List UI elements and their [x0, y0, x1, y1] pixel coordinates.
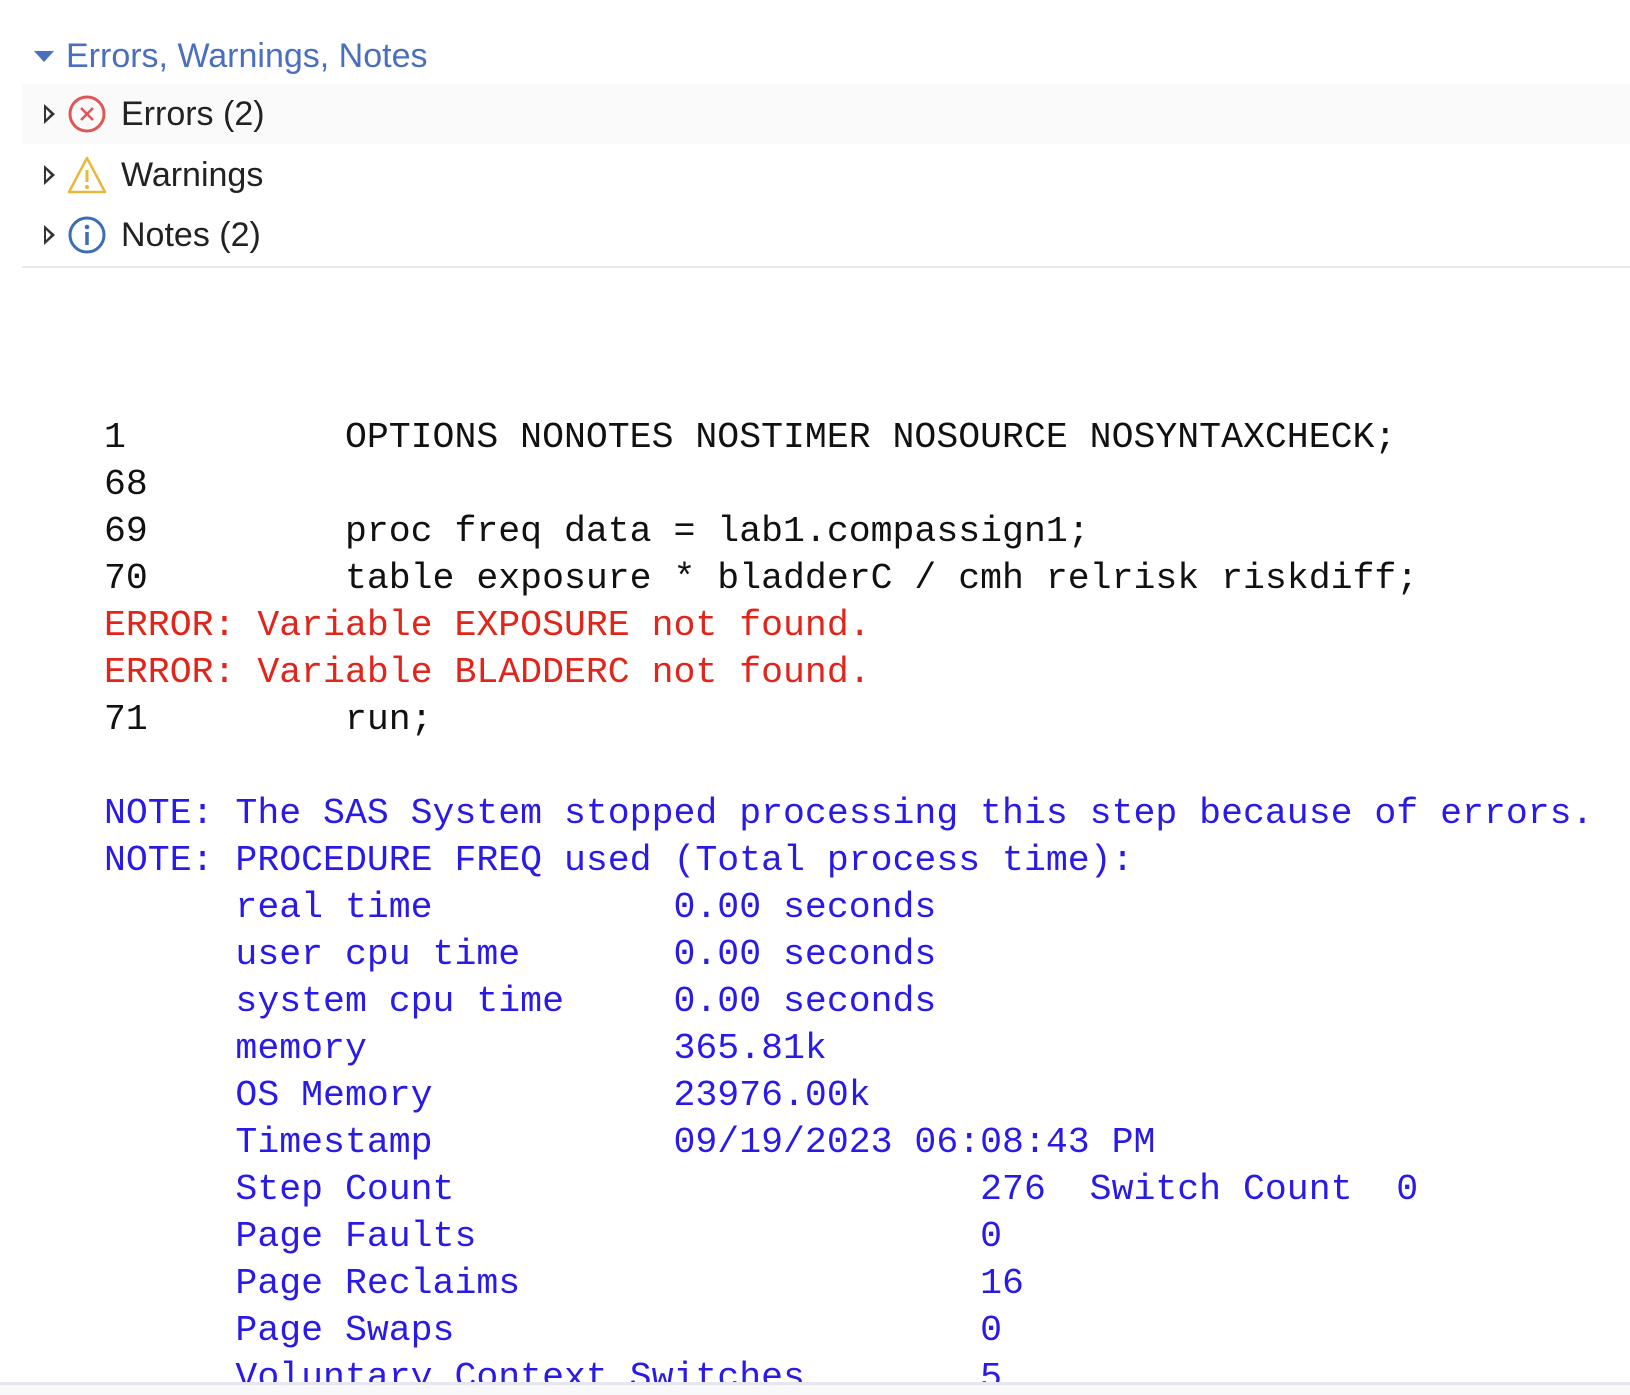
log-source-line: 70 table exposure * bladderC / cmh relri… — [104, 558, 1419, 599]
log-note-line: Step Count 276 Switch Count 0 — [104, 1169, 1419, 1210]
log-note-line: NOTE: PROCEDURE FREQ used (Total process… — [104, 840, 1134, 881]
log-source-line: 71 run; — [104, 699, 433, 740]
tree-item-label: Notes (2) — [121, 215, 261, 254]
caret-right-icon[interactable] — [44, 165, 55, 185]
section-title: Errors, Warnings, Notes — [66, 36, 428, 75]
log-error-line: ERROR: Variable EXPOSURE not found. — [104, 605, 871, 646]
log-note-line: Voluntary Context Switches 5 — [104, 1357, 1003, 1382]
tree-item-warnings[interactable]: Warnings — [22, 145, 1630, 205]
log-note-line: system cpu time 0.00 seconds — [104, 981, 937, 1022]
caret-right-icon[interactable] — [44, 225, 55, 245]
log-source-line — [104, 743, 1630, 790]
log-note-line: Page Reclaims 16 — [104, 1263, 1024, 1304]
log-note-line: memory 365.81k — [104, 1028, 827, 1069]
tree-item-notes[interactable]: Notes (2) — [22, 205, 1630, 265]
errors-warnings-notes-section-toggle[interactable]: Errors, Warnings, Notes — [32, 32, 428, 80]
log-note-line: Page Faults 0 — [104, 1216, 1003, 1257]
log-note-line: Timestamp 09/19/2023 06:08:43 PM — [104, 1122, 1156, 1163]
warning-triangle-icon — [67, 156, 107, 194]
tree-item-label: Warnings — [121, 155, 264, 194]
divider — [22, 266, 1630, 268]
log-note-line: Page Swaps 0 — [104, 1310, 1003, 1351]
caret-down-icon — [34, 50, 54, 62]
log-source-line: 68 — [104, 464, 148, 505]
sas-log-output: 1 OPTIONS NONOTES NOSTIMER NOSOURCE NOSY… — [104, 414, 1630, 1382]
log-note-line: NOTE: The SAS System stopped processing … — [104, 793, 1594, 834]
log-note-line: real time 0.00 seconds — [104, 887, 937, 928]
log-note-line: user cpu time 0.00 seconds — [104, 934, 937, 975]
log-error-line: ERROR: Variable BLADDERC not found. — [104, 652, 871, 693]
caret-right-icon[interactable] — [44, 104, 55, 124]
bottom-bar — [0, 1382, 1630, 1395]
info-circle-icon — [68, 216, 106, 254]
log-source-line: 1 OPTIONS NONOTES NOSTIMER NOSOURCE NOSY… — [104, 417, 1397, 458]
tree-item-label: Errors (2) — [121, 94, 265, 133]
error-circle-icon — [68, 95, 106, 133]
log-note-line: OS Memory 23976.00k — [104, 1075, 871, 1116]
log-source-line: 69 proc freq data = lab1.compassign1; — [104, 511, 1090, 552]
tree-item-errors[interactable]: Errors (2) — [22, 84, 1630, 144]
